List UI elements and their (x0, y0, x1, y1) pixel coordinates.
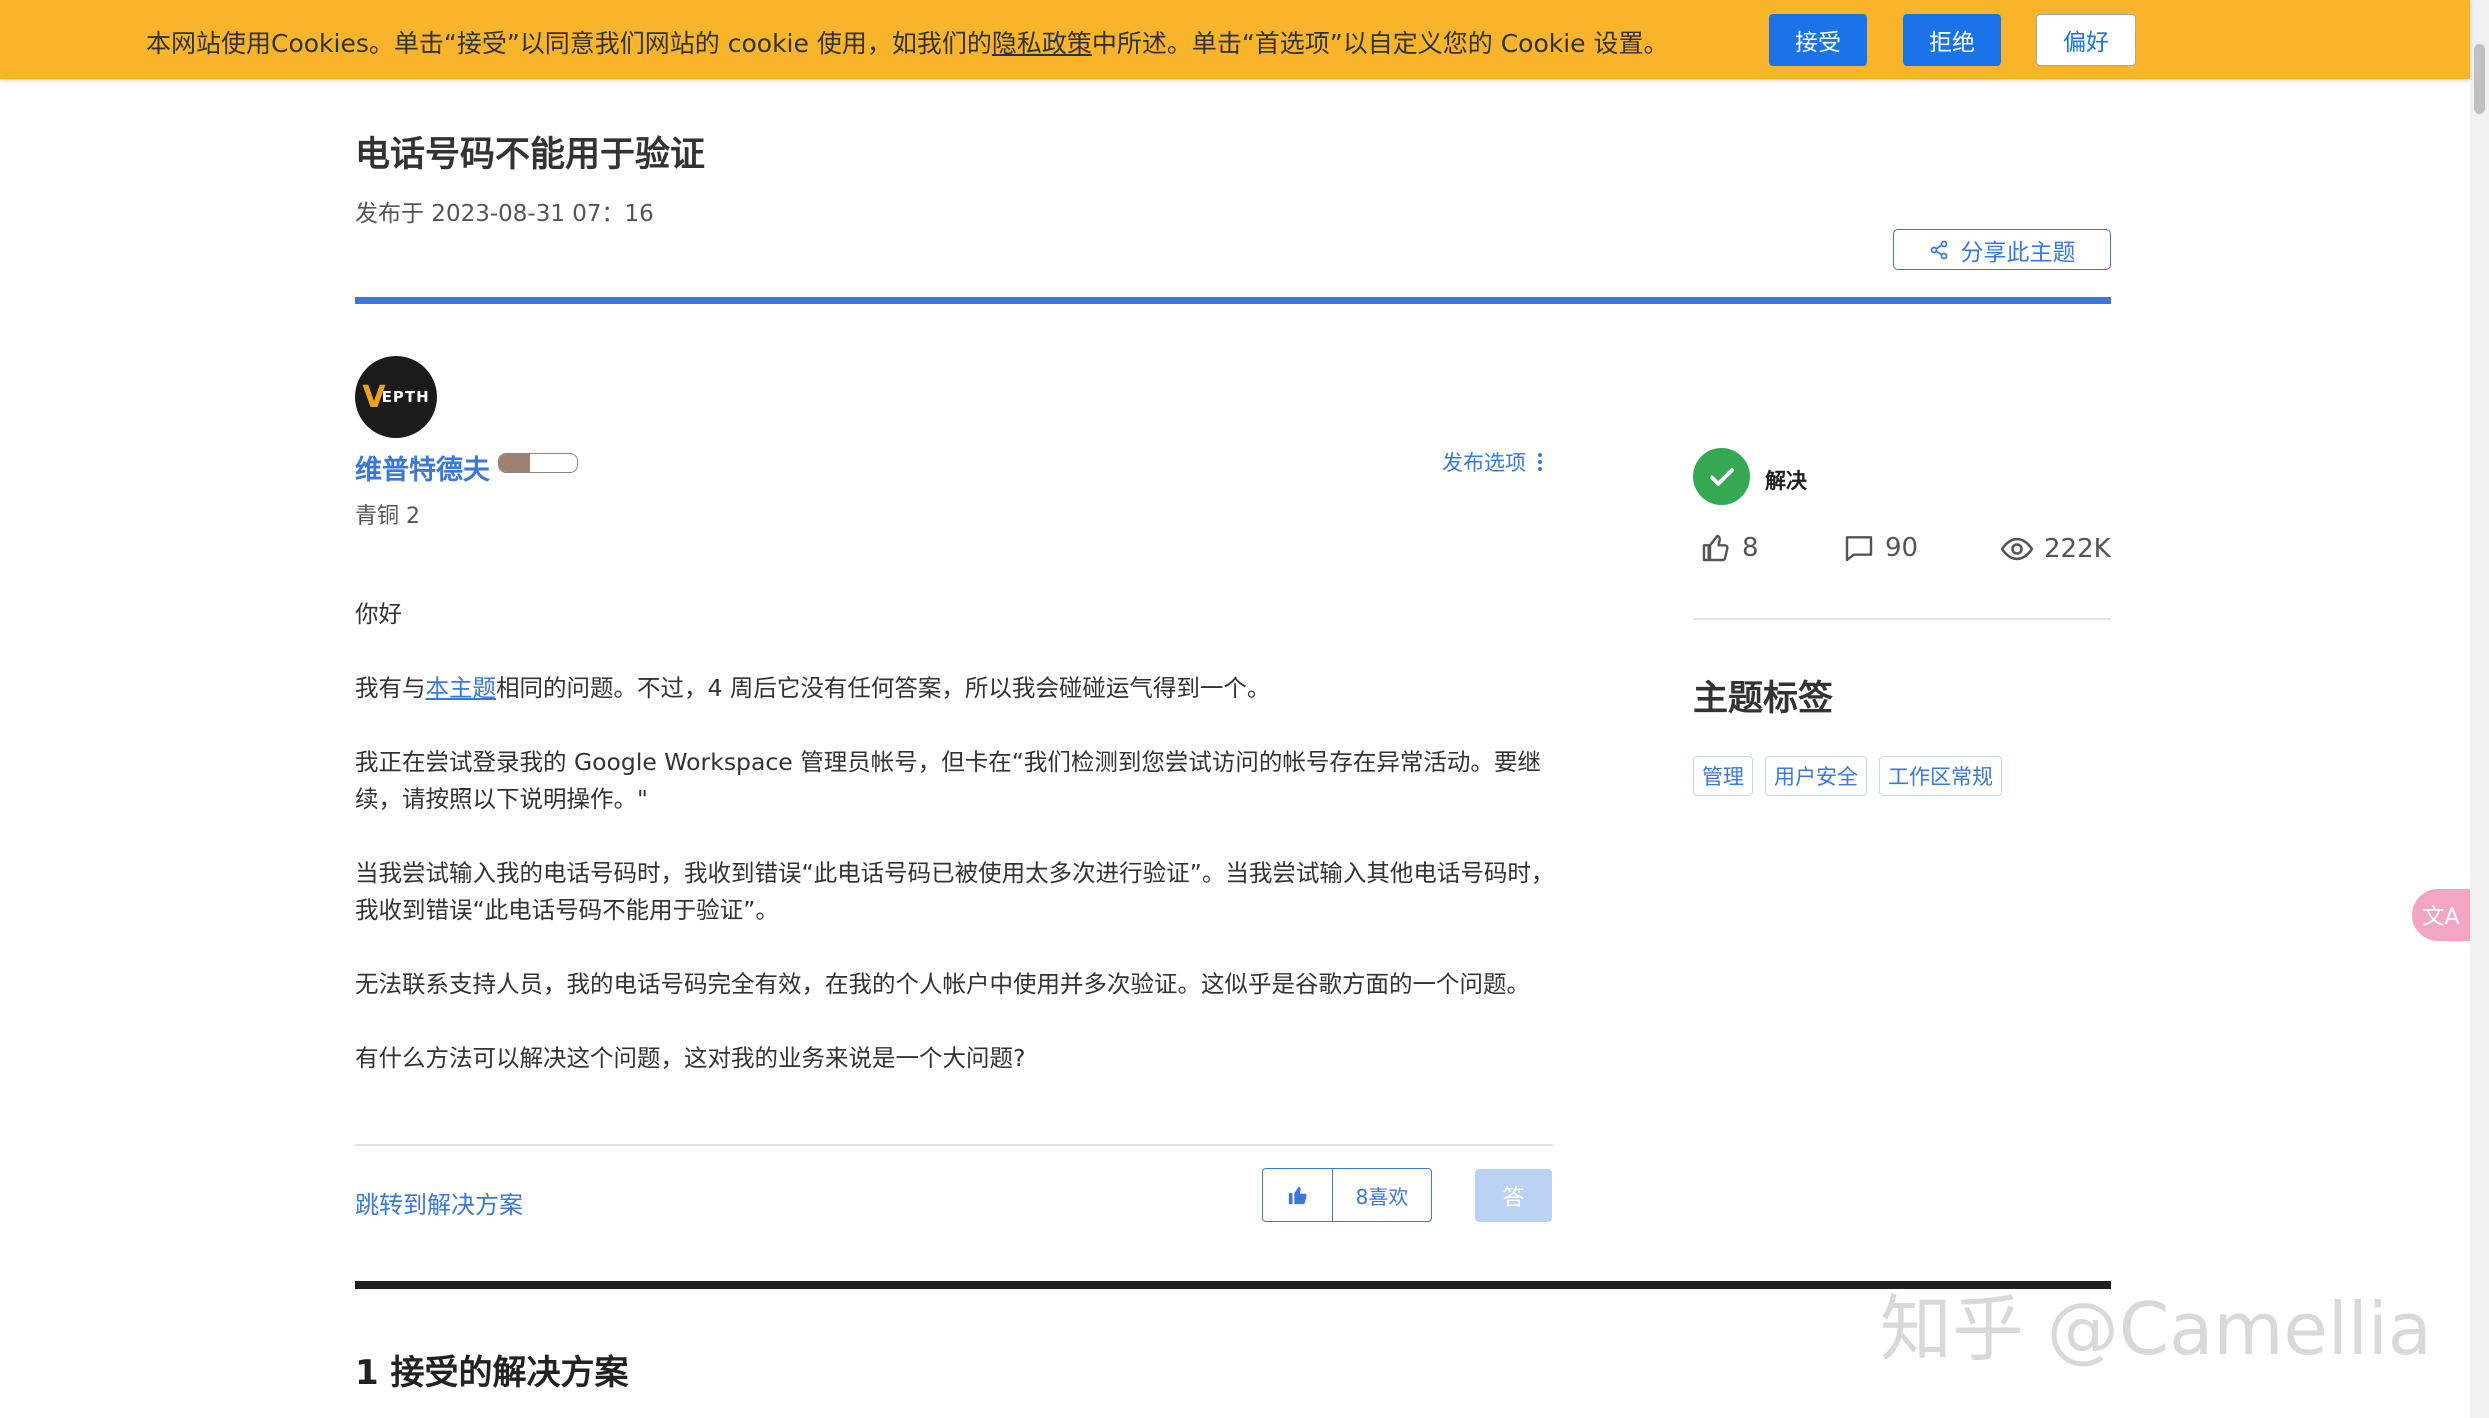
share-topic-button[interactable]: 分享此主题 (1893, 229, 2111, 270)
translate-icon[interactable]: 文A (2412, 889, 2470, 941)
post-text: 我有与 (355, 674, 426, 702)
post-options-label: 发布选项 (1442, 451, 1526, 475)
accepted-solutions-heading: 1 接受的解决方案 (355, 1353, 629, 1393)
post-paragraph: 你好 (355, 600, 402, 628)
watermark: 知乎 @Camellia (1880, 1287, 2432, 1371)
post-text: 相同的问题。不过，4 周后它没有任何答案，所以我会碰碰运气得到一个。 (496, 674, 1271, 702)
post-paragraph: 当我尝试输入我的电话号码时，我收到错误“此电话号码已被使用太多次进行验证”。当我… (355, 859, 1555, 924)
likes-count: 8 (1742, 533, 1759, 563)
solved-check-icon (1693, 448, 1750, 505)
comment-icon (1845, 536, 1873, 562)
privacy-policy-link[interactable]: 隐私政策 (992, 29, 1092, 58)
like-control: 8喜欢 (1262, 1168, 1432, 1222)
like-count: 8喜欢 (1355, 1184, 1409, 1209)
page-scrollbar[interactable] (2470, 0, 2489, 1418)
author-name-link[interactable]: 维普特德夫 (355, 448, 490, 487)
related-topic-link[interactable]: 本主题 (426, 674, 497, 702)
cookie-text-before: 本网站使用Cookies。单击“接受”以同意我们网站的 cookie 使用，如我… (146, 29, 992, 58)
post-paragraph: 我正在尝试登录我的 Google Workspace 管理员帐号，但卡在“我们检… (355, 748, 1541, 813)
author-rank: 青铜 2 (355, 504, 420, 529)
topic-tags-heading: 主题标签 (1693, 679, 1834, 719)
like-button[interactable] (1263, 1169, 1333, 1221)
sidebar-divider (1693, 618, 2111, 620)
tag-chip[interactable]: 工作区常规 (1879, 756, 2002, 796)
jump-to-solution-link[interactable]: 跳转到解决方案 (355, 1185, 523, 1220)
share-icon (1930, 240, 1947, 259)
eye-icon (2000, 537, 2034, 561)
more-vertical-icon (1538, 453, 1542, 471)
stat-replies: 90 (1843, 532, 1918, 564)
avatar-text: EPTH (381, 388, 430, 406)
solutions-divider (355, 1281, 2111, 1289)
page-title: 电话号码不能用于验证 (355, 135, 706, 175)
cookie-text-after: 中所述。单击“首选项”以自定义您的 Cookie 设置。 (1091, 29, 1669, 58)
cookie-banner: 本网站使用Cookies。单击“接受”以同意我们网站的 cookie 使用，如我… (0, 0, 2470, 79)
thumbs-up-icon (1288, 1186, 1307, 1205)
post-paragraph: 我有与本主题相同的问题。不过，4 周后它没有任何答案，所以我会碰碰运气得到一个。 (355, 670, 1555, 707)
stat-likes: 8 (1700, 532, 1759, 564)
post-body: 你好 我有与本主题相同的问题。不过，4 周后它没有任何答案，所以我会碰碰运气得到… (355, 596, 1555, 1114)
stat-views: 222K (2000, 532, 2111, 566)
post-footer-divider (355, 1144, 1553, 1146)
header-divider (355, 297, 2111, 304)
cookie-message: 本网站使用Cookies。单击“接受”以同意我们网站的 cookie 使用，如我… (146, 24, 1669, 60)
views-count: 222K (2044, 534, 2111, 564)
cookie-reject-button[interactable]: 拒绝 (1903, 14, 2001, 66)
tag-chip[interactable]: 用户安全 (1765, 756, 1867, 796)
post-paragraph: 无法联系支持人员，我的电话号码完全有效，在我的个人帐户中使用并多次验证。这似乎是… (355, 970, 1530, 998)
replies-count: 90 (1885, 533, 1919, 563)
post-date: 发布于 2023-08-31 07：16 (355, 201, 654, 227)
avatar[interactable]: V EPTH (355, 356, 437, 438)
topic-tags: 管理 用户安全 工作区常规 (1693, 756, 2002, 796)
rank-progress-bar (498, 453, 578, 473)
solved-label: 解决 (1765, 469, 1807, 493)
scrollbar-thumb[interactable] (2474, 44, 2485, 114)
share-topic-label: 分享此主题 (1960, 239, 2076, 266)
post-options-menu[interactable]: 发布选项 (1442, 447, 1542, 477)
answer-button[interactable]: 答 (1475, 1169, 1552, 1222)
cookie-preferences-button[interactable]: 偏好 (2036, 14, 2136, 66)
rank-progress-fill (499, 454, 531, 472)
thumbs-up-outline-icon (1702, 534, 1729, 562)
post-paragraph: 有什么方法可以解决这个问题，这对我的业务来说是一个大问题? (355, 1044, 1026, 1072)
tag-chip[interactable]: 管理 (1693, 756, 1753, 796)
cookie-accept-button[interactable]: 接受 (1769, 14, 1867, 66)
